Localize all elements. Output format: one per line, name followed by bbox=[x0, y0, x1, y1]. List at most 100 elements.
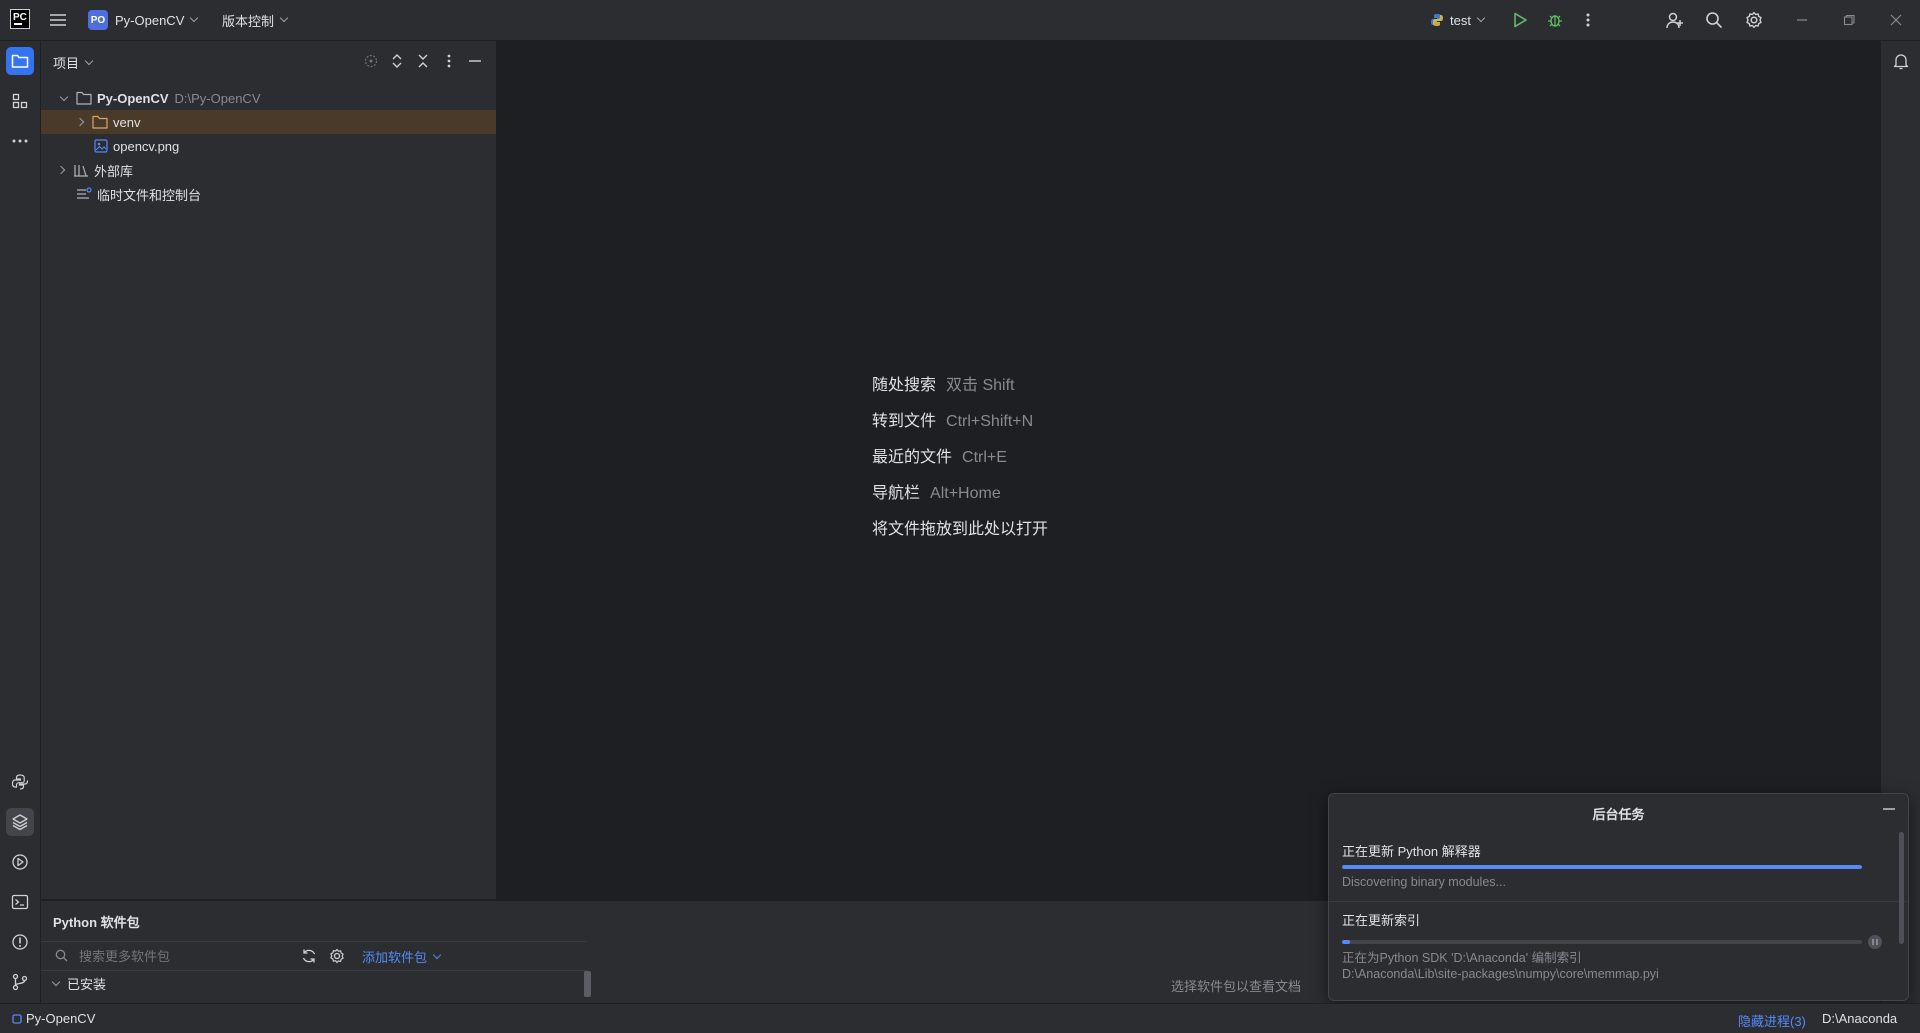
hint-label: 转到文件 bbox=[872, 413, 937, 430]
status-bar: Py-OpenCV 隐藏进程(3) D:\Anaconda bbox=[0, 1003, 1920, 1033]
task-label: 正在更新 Python 解释器 bbox=[1342, 844, 1481, 859]
minimize-window-button[interactable] bbox=[1788, 6, 1816, 34]
git-button[interactable] bbox=[6, 968, 34, 996]
project-badge: PO bbox=[88, 10, 108, 30]
main-menu-button[interactable] bbox=[44, 6, 72, 34]
bug-icon bbox=[1548, 15, 1562, 27]
project-name: Py-OpenCV bbox=[115, 12, 185, 28]
pause-task-button[interactable] bbox=[1868, 935, 1882, 949]
search-icon bbox=[55, 949, 68, 962]
expand-all-button[interactable] bbox=[387, 51, 407, 71]
structure-tool-button[interactable] bbox=[6, 87, 34, 115]
tree-item-label: venv bbox=[113, 114, 141, 130]
project-tool-window: 项目 Py-OpenCV D:\Py-OpenCV venv opencv.pn… bbox=[41, 41, 497, 899]
package-search-input[interactable] bbox=[77, 946, 281, 966]
popup-scrollbar[interactable] bbox=[1899, 832, 1904, 944]
bell-icon bbox=[1893, 54, 1909, 70]
vcs-label: 版本控制 bbox=[222, 13, 275, 29]
python-console-button[interactable] bbox=[6, 768, 34, 796]
hint-shortcut: Ctrl+Shift+N bbox=[946, 413, 1034, 430]
tree-item-project-root[interactable]: Py-OpenCV D:\Py-OpenCV bbox=[41, 86, 496, 110]
task-detail-file: D:\Anaconda\Lib\site-packages\numpy\core… bbox=[1342, 967, 1659, 981]
project-panel-title: 项目 bbox=[53, 56, 80, 71]
chevron-down-icon bbox=[190, 13, 199, 23]
tree-item-label: opencv.png bbox=[113, 138, 180, 154]
layers-icon bbox=[12, 814, 28, 831]
folder-icon bbox=[76, 91, 92, 105]
hide-panel-button[interactable] bbox=[465, 51, 485, 71]
search-everywhere-button[interactable] bbox=[1700, 6, 1728, 34]
tree-item-external-libraries[interactable]: 外部库 bbox=[41, 158, 496, 182]
task-progress-bar bbox=[1342, 940, 1862, 944]
search-icon bbox=[1706, 12, 1723, 29]
task-detail: 正在为Python SDK 'D:\Anaconda' 编制索引 bbox=[1342, 951, 1582, 965]
refresh-button[interactable] bbox=[301, 948, 317, 964]
run-button[interactable] bbox=[1506, 6, 1534, 34]
package-settings-button[interactable] bbox=[329, 948, 345, 964]
tree-item-scratches[interactable]: 临时文件和控制台 bbox=[41, 182, 496, 206]
hint-shortcut: Ctrl+E bbox=[962, 449, 1007, 466]
hint-label: 将文件拖放到此处以打开 bbox=[872, 521, 1049, 538]
hamburger-icon bbox=[50, 14, 66, 26]
editor-empty-area[interactable]: 随处搜索 双击 Shift 转到文件 Ctrl+Shift+N 最近的文件 Ctrl+… bbox=[497, 41, 1879, 899]
project-tool-button[interactable] bbox=[6, 47, 34, 75]
problems-button[interactable] bbox=[6, 928, 34, 956]
splitter-handle[interactable] bbox=[584, 971, 591, 997]
chevron-down-icon bbox=[59, 92, 69, 101]
terminal-button[interactable] bbox=[6, 888, 34, 916]
collapse-all-button[interactable] bbox=[413, 51, 433, 71]
problems-icon bbox=[12, 934, 28, 950]
gear-icon bbox=[1746, 11, 1762, 29]
services-button[interactable] bbox=[6, 848, 34, 876]
git-branch-icon bbox=[12, 973, 28, 991]
tree-item-label: 外部库 bbox=[94, 163, 134, 179]
progress-fill bbox=[1342, 940, 1350, 944]
panel-options-button[interactable] bbox=[439, 51, 459, 71]
installed-group-header[interactable]: 已安装 bbox=[41, 971, 587, 995]
scratches-icon bbox=[77, 187, 92, 199]
locate-file-button[interactable] bbox=[361, 51, 381, 71]
tree-item-opencv-png[interactable]: opencv.png bbox=[41, 134, 496, 158]
minimize-icon bbox=[1883, 808, 1895, 810]
python-packages-button[interactable] bbox=[6, 808, 34, 836]
progress-fill bbox=[1342, 865, 1862, 869]
more-vertical-icon bbox=[447, 54, 451, 68]
project-switcher[interactable]: PO Py-OpenCV bbox=[88, 0, 199, 40]
project-view-selector[interactable]: 项目 bbox=[53, 53, 94, 72]
task-detail: Discovering binary modules... bbox=[1342, 875, 1506, 889]
add-package-button[interactable]: 添加软件包 bbox=[362, 947, 442, 966]
task-progress-bar bbox=[1342, 865, 1862, 869]
code-with-me-button[interactable] bbox=[1661, 6, 1689, 34]
breadcrumb-project[interactable]: Py-OpenCV bbox=[12, 1011, 95, 1026]
debug-button[interactable] bbox=[1541, 6, 1569, 34]
add-package-label: 添加软件包 bbox=[362, 950, 428, 965]
hint-go-to-file: 转到文件 Ctrl+Shift+N bbox=[872, 407, 1033, 431]
pycharm-logo: PC bbox=[10, 9, 30, 29]
project-panel-header: 项目 bbox=[41, 41, 496, 81]
folder-icon bbox=[11, 54, 29, 68]
restore-window-button[interactable] bbox=[1835, 6, 1863, 34]
settings-button[interactable] bbox=[1740, 6, 1768, 34]
more-actions-button[interactable] bbox=[1574, 6, 1602, 34]
breadcrumb-label: Py-OpenCV bbox=[26, 1011, 96, 1026]
hint-label: 最近的文件 bbox=[872, 449, 953, 466]
gear-icon bbox=[330, 948, 344, 964]
minimize-icon bbox=[469, 60, 481, 62]
vcs-menu[interactable]: 版本控制 bbox=[222, 0, 289, 40]
hint-drop-files: 将文件拖放到此处以打开 bbox=[872, 515, 1048, 539]
tree-item-label: 临时文件和控制台 bbox=[97, 187, 202, 203]
task-label: 正在更新索引 bbox=[1342, 913, 1421, 928]
minimize-popup-button[interactable] bbox=[1882, 802, 1896, 816]
popup-title: 后台任务 bbox=[1592, 807, 1645, 822]
close-window-button[interactable] bbox=[1882, 6, 1910, 34]
python-icon bbox=[1431, 14, 1443, 26]
folder-icon bbox=[92, 115, 108, 129]
notifications-button[interactable] bbox=[1887, 47, 1915, 75]
python-console-icon bbox=[11, 774, 29, 790]
hidden-processes-link[interactable]: 隐藏进程(3) bbox=[1738, 1011, 1806, 1030]
interpreter-selector[interactable]: D:\Anaconda bbox=[1822, 1011, 1897, 1026]
run-config-selector[interactable]: test bbox=[1430, 0, 1486, 40]
more-tools-button[interactable] bbox=[6, 127, 34, 155]
pause-icon bbox=[1872, 939, 1878, 945]
tree-item-venv[interactable]: venv bbox=[41, 110, 496, 134]
